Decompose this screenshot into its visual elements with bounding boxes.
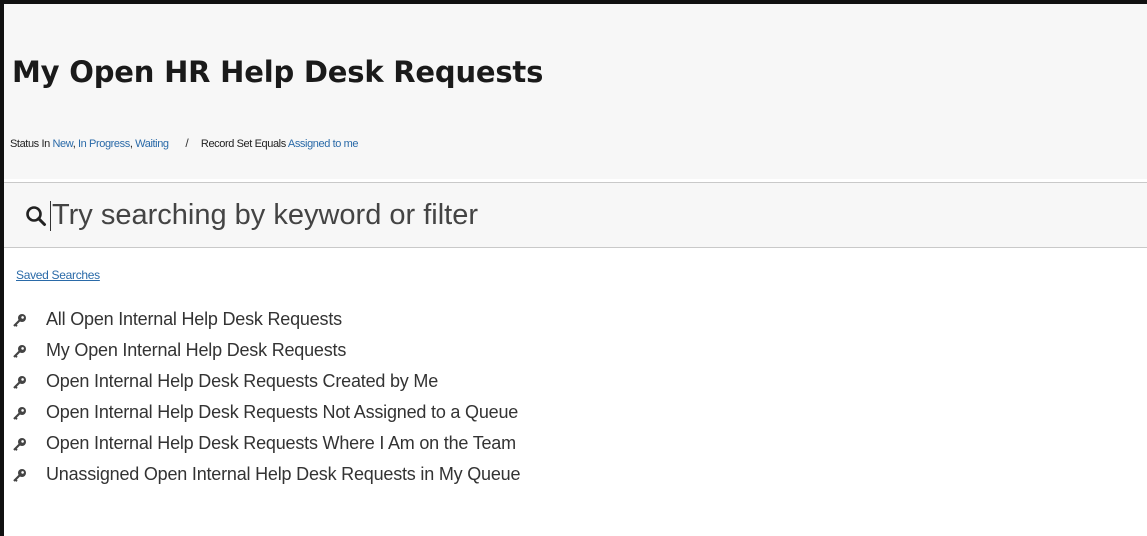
saved-search-item[interactable]: Open Internal Help Desk Requests Where I… [12, 428, 520, 459]
filter-status-in-progress[interactable]: In Progress [78, 138, 130, 150]
text-caret [50, 201, 51, 231]
filter-summary: Status In New, In Progress, Waiting / Re… [10, 136, 359, 150]
saved-searches-list: All Open Internal Help Desk Requests My … [12, 304, 520, 490]
search-icon[interactable] [25, 205, 47, 227]
saved-search-label: Open Internal Help Desk Requests Not Ass… [46, 402, 519, 422]
key-icon [13, 375, 26, 389]
filter-record-label: Record Set Equals [200, 138, 286, 150]
saved-search-item[interactable]: Open Internal Help Desk Requests Created… [12, 366, 520, 397]
filter-status-label: Status In [10, 138, 50, 150]
key-icon [13, 406, 26, 420]
key-icon [13, 468, 26, 482]
saved-searches-link[interactable]: Saved Searches [16, 268, 100, 282]
saved-search-label: Unassigned Open Internal Help Desk Reque… [46, 464, 521, 484]
key-icon [13, 344, 26, 358]
saved-search-label: My Open Internal Help Desk Requests [46, 340, 347, 360]
key-icon [13, 437, 26, 451]
page-title: My Open HR Help Desk Requests [12, 55, 544, 89]
filter-status-new[interactable]: New [52, 138, 73, 150]
key-icon [13, 313, 26, 327]
saved-search-item[interactable]: Unassigned Open Internal Help Desk Reque… [12, 459, 520, 490]
search-input[interactable] [52, 196, 1132, 234]
filter-record-value[interactable]: Assigned to me [288, 138, 359, 150]
saved-search-item[interactable]: My Open Internal Help Desk Requests [12, 335, 520, 366]
saved-search-item[interactable]: Open Internal Help Desk Requests Not Ass… [12, 397, 520, 428]
saved-search-label: Open Internal Help Desk Requests Where I… [46, 433, 516, 453]
search-bar[interactable] [4, 182, 1147, 248]
filter-status-waiting[interactable]: Waiting [135, 138, 169, 150]
page-header: My Open HR Help Desk Requests Status In … [4, 4, 1147, 179]
filter-separator: / [185, 136, 189, 150]
saved-search-item[interactable]: All Open Internal Help Desk Requests [12, 304, 520, 335]
saved-search-label: All Open Internal Help Desk Requests [46, 309, 342, 329]
saved-search-label: Open Internal Help Desk Requests Created… [46, 371, 439, 391]
